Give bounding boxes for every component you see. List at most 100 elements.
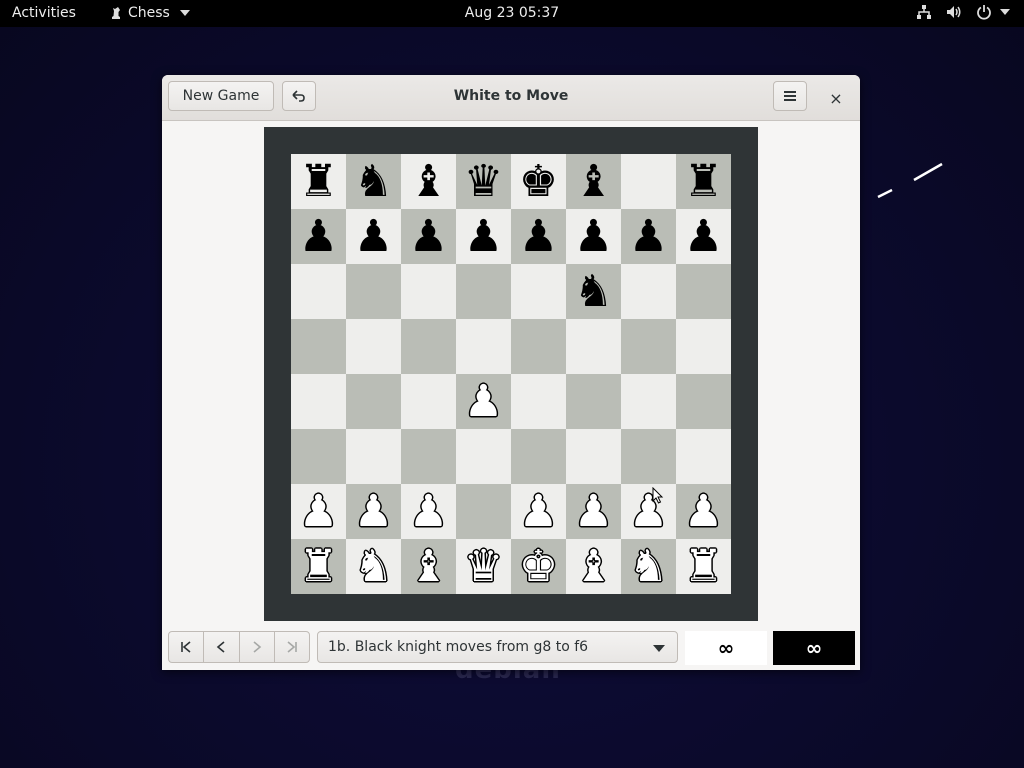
square-g1[interactable]: ♞ — [621, 539, 676, 594]
white-queen-icon[interactable]: ♛ — [464, 539, 503, 594]
new-game-button[interactable]: New Game — [168, 81, 274, 111]
square-g7[interactable]: ♟ — [621, 209, 676, 264]
square-b6[interactable] — [346, 264, 401, 319]
black-bishop-icon[interactable]: ♝ — [574, 154, 613, 209]
black-knight-icon[interactable]: ♞ — [354, 154, 393, 209]
app-menu[interactable]: Chess — [110, 5, 190, 21]
black-rook-icon[interactable]: ♜ — [299, 154, 338, 209]
square-e7[interactable]: ♟ — [511, 209, 566, 264]
square-g4[interactable] — [621, 374, 676, 429]
square-g3[interactable] — [621, 429, 676, 484]
chess-board[interactable]: ♜ ♞ ♝ ♛ ♚ ♝ ♜ ♟ ♟ ♟ ♟ ♟ ♟ ♟ ♟ ♞ ♟ ♟ ♟ ♟ ♟ ♟ ♟ ♟ ♜ ♞ ♝ ♛ ♚ ♝ ♞ ♜ — [291, 154, 731, 594]
black-bishop-icon[interactable]: ♝ — [409, 154, 448, 209]
white-knight-icon[interactable]: ♞ — [629, 539, 668, 594]
square-b2[interactable]: ♟ — [346, 484, 401, 539]
square-c3[interactable] — [401, 429, 456, 484]
main-menu-button[interactable] — [773, 81, 807, 111]
square-g6[interactable] — [621, 264, 676, 319]
previous-move-button[interactable] — [204, 632, 240, 662]
square-b8[interactable]: ♞ — [346, 154, 401, 209]
square-e6[interactable] — [511, 264, 566, 319]
next-move-button[interactable] — [240, 632, 275, 662]
square-d6[interactable] — [456, 264, 511, 319]
clock[interactable]: Aug 23 05:37 — [465, 5, 559, 21]
square-h3[interactable] — [676, 429, 731, 484]
white-rook-icon[interactable]: ♜ — [684, 539, 723, 594]
white-knight-icon[interactable]: ♞ — [354, 539, 393, 594]
square-c2[interactable]: ♟ — [401, 484, 456, 539]
square-b7[interactable]: ♟ — [346, 209, 401, 264]
square-d7[interactable]: ♟ — [456, 209, 511, 264]
square-d5[interactable] — [456, 319, 511, 374]
square-b1[interactable]: ♞ — [346, 539, 401, 594]
black-pawn-icon[interactable]: ♟ — [409, 209, 448, 264]
close-button[interactable]: × — [824, 86, 848, 110]
square-c1[interactable]: ♝ — [401, 539, 456, 594]
square-a3[interactable] — [291, 429, 346, 484]
square-h1[interactable]: ♜ — [676, 539, 731, 594]
square-f4[interactable] — [566, 374, 621, 429]
square-h2[interactable]: ♟ — [676, 484, 731, 539]
square-a7[interactable]: ♟ — [291, 209, 346, 264]
activities-button[interactable]: Activities — [12, 5, 76, 21]
move-history-combo[interactable]: 1b. Black knight moves from g8 to f6 — [317, 631, 678, 663]
first-move-button[interactable] — [169, 632, 205, 662]
square-a1[interactable]: ♜ — [291, 539, 346, 594]
square-d1[interactable]: ♛ — [456, 539, 511, 594]
black-knight-icon[interactable]: ♞ — [574, 264, 613, 319]
square-f3[interactable] — [566, 429, 621, 484]
last-move-button[interactable] — [275, 632, 309, 662]
square-f7[interactable]: ♟ — [566, 209, 621, 264]
white-pawn-icon[interactable]: ♟ — [354, 484, 393, 539]
square-h4[interactable] — [676, 374, 731, 429]
square-c8[interactable]: ♝ — [401, 154, 456, 209]
square-f1[interactable]: ♝ — [566, 539, 621, 594]
square-c6[interactable] — [401, 264, 456, 319]
black-pawn-icon[interactable]: ♟ — [684, 209, 723, 264]
square-h7[interactable]: ♟ — [676, 209, 731, 264]
square-b3[interactable] — [346, 429, 401, 484]
square-f2[interactable]: ♟ — [566, 484, 621, 539]
square-e5[interactable] — [511, 319, 566, 374]
white-pawn-icon[interactable]: ♟ — [299, 484, 338, 539]
square-e4[interactable] — [511, 374, 566, 429]
white-pawn-icon[interactable]: ♟ — [684, 484, 723, 539]
black-pawn-icon[interactable]: ♟ — [519, 209, 558, 264]
square-f6[interactable]: ♞ — [566, 264, 621, 319]
square-a2[interactable]: ♟ — [291, 484, 346, 539]
square-e8[interactable]: ♚ — [511, 154, 566, 209]
square-c4[interactable] — [401, 374, 456, 429]
square-c7[interactable]: ♟ — [401, 209, 456, 264]
black-pawn-icon[interactable]: ♟ — [574, 209, 613, 264]
square-g5[interactable] — [621, 319, 676, 374]
white-pawn-icon[interactable]: ♟ — [464, 374, 503, 429]
undo-button[interactable] — [282, 81, 316, 111]
square-a5[interactable] — [291, 319, 346, 374]
system-status-area[interactable] — [916, 4, 1010, 20]
square-a4[interactable] — [291, 374, 346, 429]
black-king-icon[interactable]: ♚ — [519, 154, 558, 209]
square-h6[interactable] — [676, 264, 731, 319]
square-d2[interactable] — [456, 484, 511, 539]
white-rook-icon[interactable]: ♜ — [299, 539, 338, 594]
black-pawn-icon[interactable]: ♟ — [629, 209, 668, 264]
square-h8[interactable]: ♜ — [676, 154, 731, 209]
white-pawn-icon[interactable]: ♟ — [409, 484, 448, 539]
square-g8[interactable] — [621, 154, 676, 209]
square-b5[interactable] — [346, 319, 401, 374]
square-c5[interactable] — [401, 319, 456, 374]
square-f5[interactable] — [566, 319, 621, 374]
square-d4[interactable]: ♟ — [456, 374, 511, 429]
black-rook-icon[interactable]: ♜ — [684, 154, 723, 209]
white-bishop-icon[interactable]: ♝ — [574, 539, 613, 594]
square-e1[interactable]: ♚ — [511, 539, 566, 594]
white-pawn-icon[interactable]: ♟ — [574, 484, 613, 539]
square-h5[interactable] — [676, 319, 731, 374]
square-e3[interactable] — [511, 429, 566, 484]
black-pawn-icon[interactable]: ♟ — [354, 209, 393, 264]
square-b4[interactable] — [346, 374, 401, 429]
square-d8[interactable]: ♛ — [456, 154, 511, 209]
white-pawn-icon[interactable]: ♟ — [519, 484, 558, 539]
black-pawn-icon[interactable]: ♟ — [299, 209, 338, 264]
square-f8[interactable]: ♝ — [566, 154, 621, 209]
